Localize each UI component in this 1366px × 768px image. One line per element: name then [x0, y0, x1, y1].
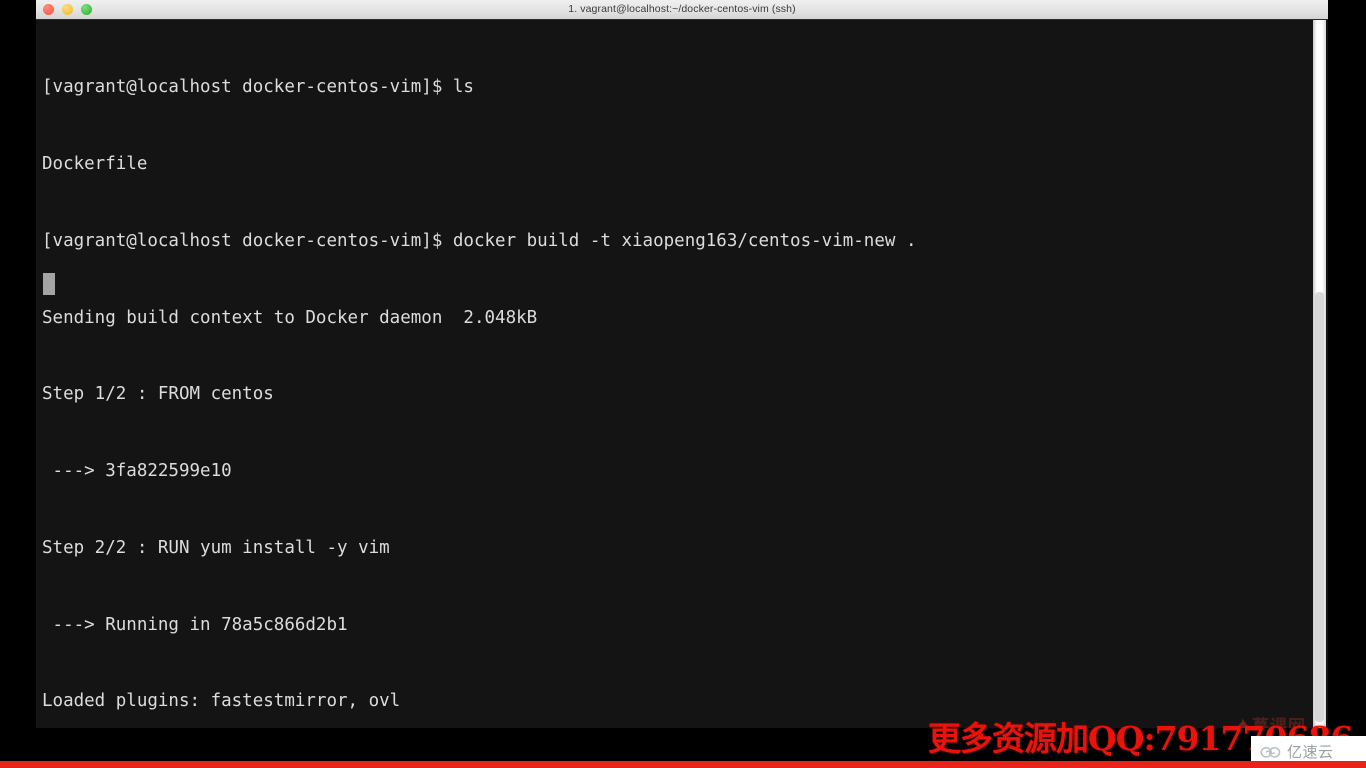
window-titlebar[interactable]: 1. vagrant@localhost:~/docker-centos-vim…	[36, 0, 1328, 20]
terminal-line: ---> Running in 78a5c866d2b1	[42, 614, 348, 635]
cloud-icon	[1260, 746, 1281, 758]
window-controls[interactable]	[43, 0, 92, 19]
maximize-button[interactable]	[81, 4, 92, 15]
terminal-cursor	[43, 273, 55, 295]
terminal-line: Step 1/2 : FROM centos	[42, 384, 274, 405]
terminal-line: Step 2/2 : RUN yum install -y vim	[42, 537, 390, 558]
bottom-red-bar	[0, 761, 1366, 768]
terminal-line: Dockerfile	[42, 153, 148, 174]
yisuyun-label: 亿速云	[1287, 743, 1334, 761]
minimize-button[interactable]	[62, 4, 73, 15]
close-button[interactable]	[43, 4, 54, 15]
terminal-line: Loaded plugins: fastestmirror, ovl	[42, 691, 401, 712]
terminal-line: [vagrant@localhost docker-centos-vim]$ d…	[42, 230, 917, 251]
terminal-line: ---> 3fa822599e10	[42, 461, 232, 482]
scrollbar-thumb[interactable]	[1315, 292, 1324, 722]
terminal-body[interactable]: [vagrant@localhost docker-centos-vim]$ l…	[36, 20, 1328, 728]
terminal-output: [vagrant@localhost docker-centos-vim]$ l…	[42, 24, 1306, 728]
terminal-line: Sending build context to Docker daemon 2…	[42, 307, 538, 328]
terminal-window[interactable]: 1. vagrant@localhost:~/docker-centos-vim…	[36, 0, 1328, 728]
window-title: 1. vagrant@localhost:~/docker-centos-vim…	[568, 3, 796, 15]
desktop-background: 1. vagrant@localhost:~/docker-centos-vim…	[0, 0, 1366, 768]
terminal-scrollbar[interactable]	[1313, 20, 1326, 728]
terminal-line: [vagrant@localhost docker-centos-vim]$ l…	[42, 77, 474, 98]
